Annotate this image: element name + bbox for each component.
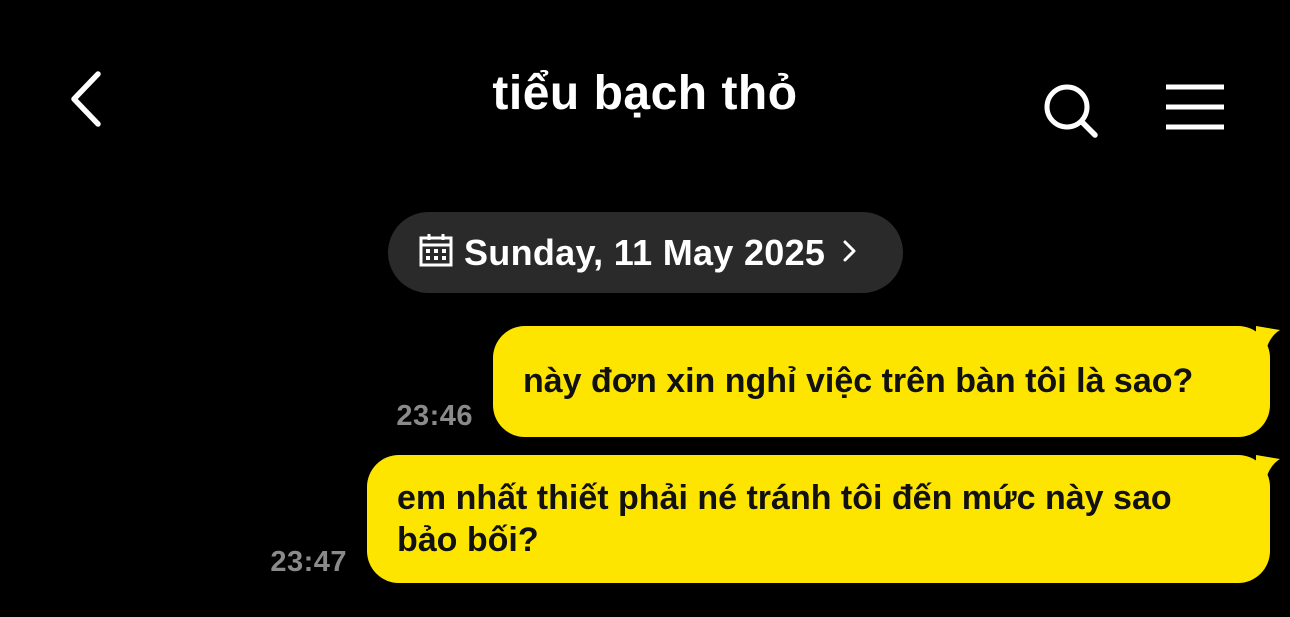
chevron-right-icon [843, 240, 856, 261]
message-bubble[interactable]: em nhất thiết phải né tránh tôi đến mức … [367, 455, 1270, 583]
chat-header: tiểu bạch thỏ [0, 0, 1290, 190]
message-bubble-container: này đơn xin nghỉ việc trên bàn tôi là sa… [493, 326, 1280, 437]
search-icon [1044, 84, 1098, 138]
date-label: Sunday, 11 May 2025 [464, 231, 826, 273]
message-bubble[interactable]: này đơn xin nghỉ việc trên bàn tôi là sa… [493, 326, 1270, 437]
search-button[interactable] [1040, 80, 1102, 142]
hamburger-menu-icon [1166, 84, 1224, 130]
message-row: 23:46 này đơn xin nghỉ việc trên bàn tôi… [396, 326, 1280, 437]
message-bubble-container: em nhất thiết phải né tránh tôi đến mức … [367, 455, 1280, 583]
calendar-icon [419, 233, 453, 266]
bubble-tail-icon [1256, 326, 1280, 350]
message-timestamp: 23:47 [270, 546, 347, 578]
chat-screen: tiểu bạch thỏ Sunday, 11 May 2025 23:46 … [0, 0, 1290, 617]
bubble-tail-icon [1256, 455, 1280, 479]
message-row: 23:47 em nhất thiết phải né tránh tôi đế… [270, 455, 1280, 583]
message-timestamp: 23:46 [396, 400, 473, 432]
menu-button[interactable] [1160, 82, 1230, 134]
date-divider-chip[interactable]: Sunday, 11 May 2025 [388, 212, 903, 293]
